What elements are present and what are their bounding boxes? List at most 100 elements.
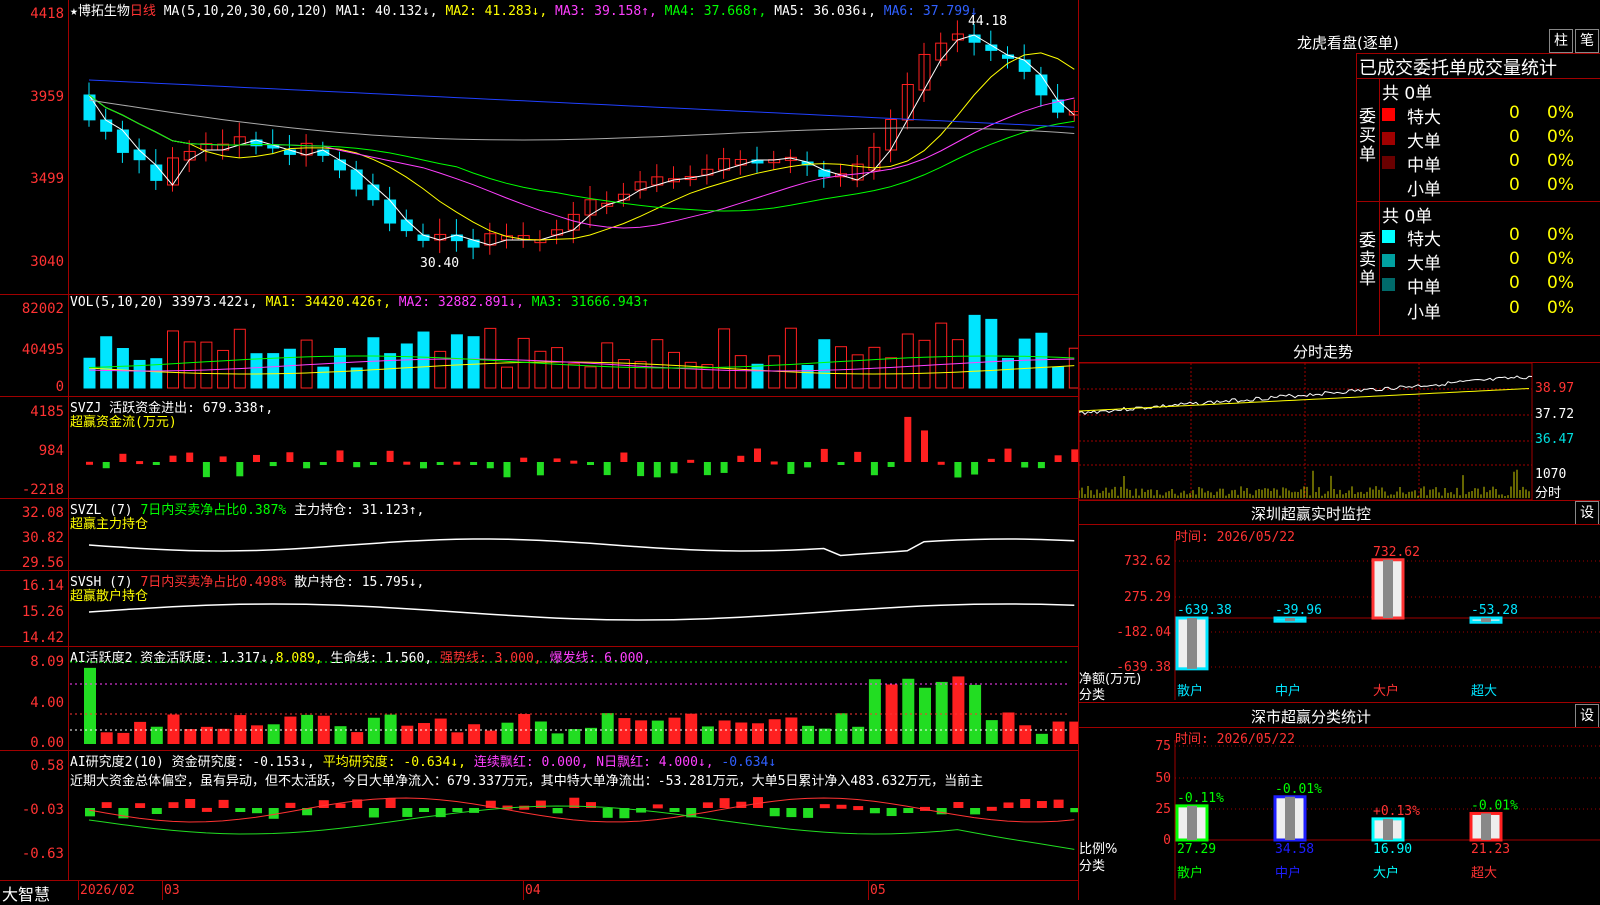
fund-flow-bar	[804, 462, 812, 468]
fund-flow-bar	[1021, 462, 1029, 468]
fund-flow-bar	[420, 462, 427, 469]
activity-bar	[568, 729, 581, 744]
fund-flow-bar	[86, 461, 93, 465]
fund-flow-bar	[603, 462, 611, 476]
sz-settings-button[interactable]: 设	[1575, 501, 1599, 525]
volume-bar	[450, 334, 463, 389]
fund-flow-bar	[269, 462, 277, 467]
tick-view-button[interactable]: 笔	[1575, 29, 1599, 53]
volume-bar	[818, 339, 831, 389]
activity-bar	[351, 732, 364, 744]
volume-bar	[617, 359, 630, 389]
fund-flow-bar	[587, 462, 594, 465]
fund-flow-bar	[403, 461, 411, 465]
research-bar	[235, 808, 246, 812]
sz-monitor-title: 深圳超赢实时监控	[1251, 505, 1372, 523]
research-bar	[135, 803, 146, 808]
volume-bar	[116, 348, 129, 389]
chart-change-label: -0.11%	[1177, 791, 1224, 806]
left-chart-area[interactable]: ★博拓生物日线 MA(5,10,20,30,60,120) MA1: 40.13…	[0, 0, 1078, 904]
ma-line	[88, 94, 1075, 229]
fund-flow-bar	[770, 461, 778, 465]
activity-bar	[501, 722, 514, 744]
intraday-chart[interactable]	[1079, 363, 1600, 500]
candle	[150, 164, 163, 181]
fund-flow-bar	[1054, 455, 1062, 462]
volume-bar	[718, 328, 731, 389]
activity-bar	[935, 681, 948, 744]
candle	[116, 129, 129, 153]
fund-flow-bar	[202, 462, 210, 478]
chart-value-label: 34.58	[1275, 842, 1314, 857]
fund-flow-bar	[553, 458, 561, 462]
candle	[400, 219, 413, 232]
volume-bar	[83, 357, 96, 389]
volume-bar	[517, 337, 530, 389]
activity-bar	[184, 729, 197, 744]
research-bar	[402, 808, 413, 817]
activity-bar	[334, 726, 347, 744]
activity-bar	[768, 719, 781, 744]
activity-bar	[468, 724, 481, 744]
volume-bar	[651, 339, 664, 389]
research-bar	[953, 802, 964, 808]
research-bar	[201, 807, 212, 812]
fund-flow-bar	[503, 462, 511, 478]
fund-flow-bar	[236, 462, 244, 477]
activity-bar	[668, 717, 681, 744]
activity-bar	[818, 728, 831, 744]
volume-bar	[283, 348, 296, 389]
bar-view-button[interactable]: 柱	[1549, 29, 1573, 53]
fund-flow-bar	[453, 461, 461, 465]
activity-bar	[134, 721, 147, 744]
research-bar	[602, 808, 613, 818]
fund-flow-bar	[119, 453, 127, 462]
volume-bar	[501, 366, 513, 389]
candle	[384, 199, 397, 224]
fund-flow-bar	[720, 462, 728, 473]
fund-flow-bar	[737, 455, 745, 462]
lhb-title: 龙虎看盘(逐单)	[1297, 34, 1399, 52]
chart-bar-shade	[1383, 559, 1393, 618]
volume-bar	[367, 337, 380, 389]
fund-flow-bar	[570, 460, 578, 464]
research-bar	[335, 803, 346, 808]
research-bar	[886, 808, 897, 817]
activity-bar	[251, 725, 263, 744]
buy-orders-label: 委买单	[1359, 107, 1376, 165]
activity-bar	[785, 717, 798, 744]
fund-flow-bar	[787, 462, 795, 474]
volume-bar	[851, 354, 864, 389]
order-stat-tab[interactable]: 已成交委托单成交量统计	[1359, 54, 1557, 80]
fund-flow-bar	[937, 461, 945, 465]
research-bar	[769, 808, 780, 817]
chart-axis-tick: -182.04	[1116, 625, 1171, 640]
activity-bar	[434, 718, 447, 744]
chart-axis-tick: 25	[1155, 802, 1171, 817]
volume-bar	[534, 350, 547, 389]
volume-bar	[1002, 357, 1014, 389]
chart-bar-shade	[1187, 805, 1197, 840]
activity-bar	[518, 714, 531, 744]
activity-bar	[1052, 721, 1065, 744]
buy-super-swatch	[1382, 108, 1395, 121]
chart-category-label: 超大	[1471, 866, 1497, 881]
volume-bar	[1035, 332, 1048, 389]
kline-chart[interactable]	[0, 0, 1078, 880]
research-bar	[669, 808, 680, 812]
fl-settings-button[interactable]: 设	[1575, 704, 1599, 728]
volume-bar	[1018, 338, 1031, 389]
fund-flow-bar	[620, 452, 628, 462]
chart-bar-shade	[1383, 818, 1393, 840]
fund-flow-bar	[854, 451, 862, 462]
research-bar	[252, 808, 262, 814]
fund-flow-bar	[887, 462, 895, 467]
volume-bar	[784, 327, 797, 389]
fund-flow-bar	[1037, 462, 1045, 469]
chart-value-label: 16.90	[1373, 842, 1412, 857]
date-label-may: 05	[870, 883, 886, 898]
chart-category-label: 散户	[1177, 865, 1203, 881]
research-bar	[719, 798, 730, 808]
fund-flow-bar	[754, 448, 761, 462]
activity-bar	[200, 726, 213, 744]
